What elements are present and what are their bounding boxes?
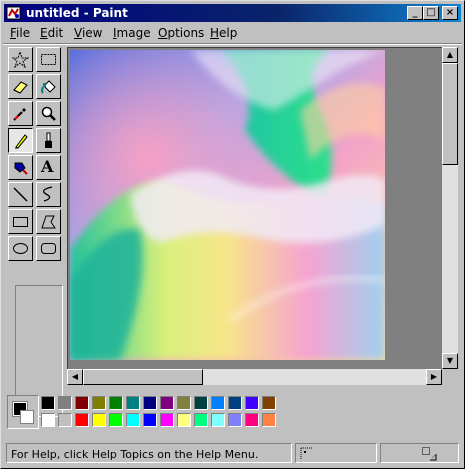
palette-swatch[interactable] (109, 396, 123, 410)
scroll-right-button[interactable]: ▶ (426, 369, 442, 385)
magnifier-tool[interactable] (36, 101, 61, 126)
line-icon (13, 187, 28, 202)
eyedropper-icon (13, 108, 26, 121)
palette-swatch[interactable] (177, 413, 191, 427)
menu-file[interactable]: File (10, 26, 30, 40)
palette-swatch[interactable] (41, 396, 55, 410)
airbrush-icon (14, 162, 28, 175)
rectangle-tool[interactable] (8, 209, 33, 234)
scroll-down-button[interactable]: ▼ (442, 353, 458, 369)
cursor-position-icon (300, 447, 312, 459)
ellipse-icon (13, 243, 28, 254)
current-colors-indicator[interactable] (7, 395, 39, 429)
palette-swatch[interactable] (194, 413, 208, 427)
color-palette (5, 393, 460, 431)
horizontal-scrollbar[interactable]: ◀ ▶ (67, 369, 442, 385)
scroll-left-button[interactable]: ◀ (67, 369, 83, 385)
status-help-text: For Help, click Help Topics on the Help … (11, 448, 259, 461)
rounded-rect-icon (41, 243, 56, 254)
menu-view[interactable]: View (74, 26, 102, 40)
menu-edit[interactable]: Edit (40, 26, 63, 40)
ellipse-tool[interactable] (8, 236, 33, 261)
palette-swatch[interactable] (58, 413, 72, 427)
palette-swatch[interactable] (160, 413, 174, 427)
palette-swatch[interactable] (109, 413, 123, 427)
fill-tool[interactable] (36, 74, 61, 99)
palette-swatch[interactable] (194, 396, 208, 410)
star-select-icon (12, 51, 29, 68)
paint-window: untitled - Paint _ □ × File Edit View Im… (0, 0, 465, 469)
background-color (20, 410, 34, 424)
curve-icon (42, 186, 53, 202)
curve-tool[interactable] (36, 182, 61, 207)
eraser-tool[interactable] (8, 74, 33, 99)
scroll-up-button[interactable]: ▲ (442, 47, 458, 63)
status-size-pane (380, 443, 459, 463)
paint-bucket-icon (41, 80, 56, 94)
text-a-icon: A (41, 157, 54, 176)
menu-separator (3, 43, 462, 45)
vertical-scroll-thumb[interactable] (442, 63, 458, 165)
palette-swatch[interactable] (143, 413, 157, 427)
polygon-tool[interactable] (36, 209, 61, 234)
palette-swatch[interactable] (41, 413, 55, 427)
palette-swatch[interactable] (75, 413, 89, 427)
text-tool[interactable]: A (36, 155, 61, 180)
line-tool[interactable] (8, 182, 33, 207)
drawing-workspace (67, 47, 443, 370)
window-title: untitled - Paint (26, 6, 128, 20)
palette-swatch[interactable] (228, 396, 242, 410)
palette-swatch[interactable] (245, 396, 259, 410)
pencil-icon (15, 134, 28, 149)
rounded-rectangle-tool[interactable] (36, 236, 61, 261)
brush-icon (45, 132, 52, 148)
menu-image[interactable]: Image (113, 26, 151, 40)
eraser-icon (13, 81, 28, 94)
free-form-select-tool[interactable] (8, 47, 33, 72)
palette-swatch[interactable] (211, 413, 225, 427)
pick-color-tool[interactable] (8, 101, 33, 126)
palette-swatch[interactable] (143, 396, 157, 410)
airbrush-tool[interactable] (8, 155, 33, 180)
maximize-button[interactable]: □ (423, 6, 439, 20)
pencil-tool[interactable] (8, 128, 33, 153)
toolbox: A (5, 45, 67, 417)
menu-bar: File Edit View Image Options Help (4, 24, 461, 42)
palette-swatch[interactable] (228, 413, 242, 427)
abstract-gradient-image (70, 50, 385, 360)
palette-swatch[interactable] (58, 396, 72, 410)
paint-app-icon (6, 6, 21, 20)
selection-size-icon (422, 447, 437, 461)
dotted-rect-icon (41, 54, 56, 65)
menu-help[interactable]: Help (210, 26, 237, 40)
title-bar[interactable]: untitled - Paint _ □ × (4, 4, 461, 22)
brush-tool[interactable] (36, 128, 61, 153)
magnifier-icon (41, 106, 56, 121)
minimize-button[interactable]: _ (407, 6, 423, 20)
polygon-icon (41, 215, 56, 229)
rect-select-tool[interactable] (36, 47, 61, 72)
palette-swatch[interactable] (262, 413, 276, 427)
vertical-scrollbar[interactable]: ▲ ▼ (442, 47, 458, 369)
palette-swatch[interactable] (245, 413, 259, 427)
palette-swatch[interactable] (126, 396, 140, 410)
horizontal-scroll-thumb[interactable] (83, 369, 203, 385)
status-bar: For Help, click Help Topics on the Help … (4, 442, 461, 464)
scrollbar-corner (442, 369, 458, 385)
palette-swatch[interactable] (177, 396, 191, 410)
palette-swatch[interactable] (126, 413, 140, 427)
drawing-canvas[interactable] (70, 50, 385, 360)
palette-swatch[interactable] (160, 396, 174, 410)
status-help-pane: For Help, click Help Topics on the Help … (6, 443, 292, 463)
palette-swatch[interactable] (211, 396, 225, 410)
palette-swatch[interactable] (92, 396, 106, 410)
rectangle-icon (13, 217, 28, 227)
palette-swatch[interactable] (92, 413, 106, 427)
close-button[interactable]: × (442, 6, 458, 20)
palette-swatch[interactable] (75, 396, 89, 410)
status-position-pane (295, 443, 377, 463)
menu-options[interactable]: Options (158, 26, 204, 40)
palette-swatch[interactable] (262, 396, 276, 410)
